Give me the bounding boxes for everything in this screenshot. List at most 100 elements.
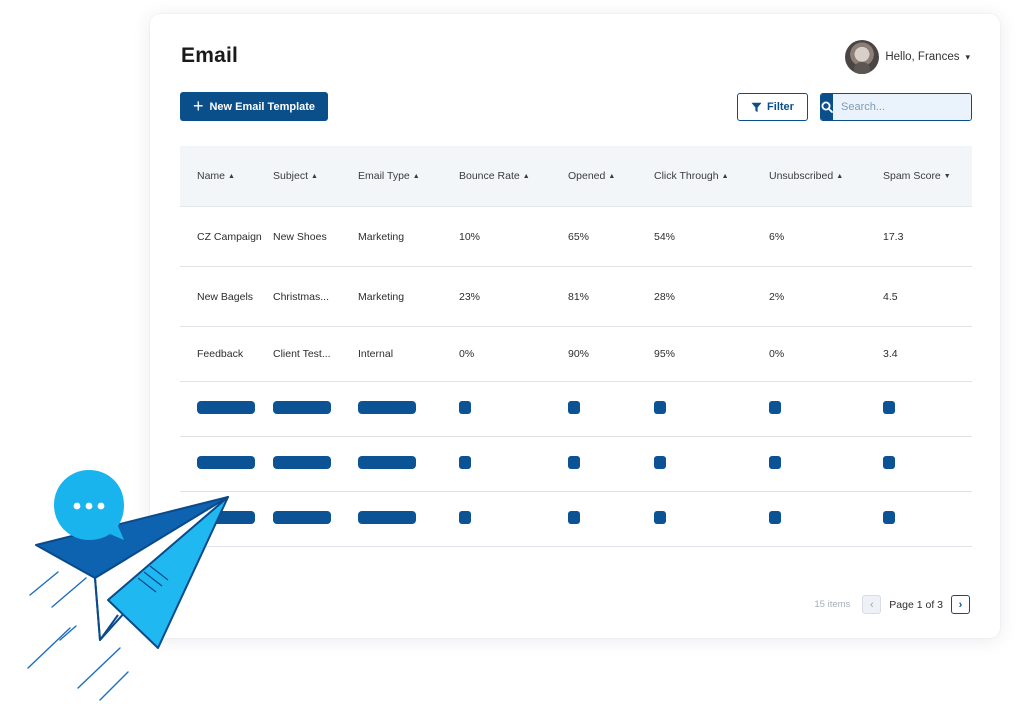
- cell-bounce-rate: 10%: [459, 230, 481, 243]
- skeleton-bar: [358, 401, 416, 414]
- table-row[interactable]: CZ Campaign New Shoes Marketing 10% 65% …: [180, 207, 972, 267]
- next-page-button[interactable]: ›: [951, 595, 970, 614]
- column-header-opened[interactable]: Opened ▲: [552, 170, 638, 182]
- prev-page-button[interactable]: ‹: [862, 595, 882, 614]
- chevron-down-icon: ▾: [965, 51, 970, 62]
- table-row[interactable]: New Bagels Christmas... Marketing 23% 81…: [180, 267, 972, 327]
- column-header-unsubscribed[interactable]: Unsubscribed ▲: [753, 170, 867, 182]
- skeleton-dot: [568, 456, 580, 469]
- cell-subject: Client Test...: [273, 348, 331, 360]
- new-email-template-label: New Email Template: [209, 100, 316, 113]
- skeleton-bar: [358, 456, 416, 469]
- skeleton-dot: [568, 511, 580, 524]
- skeleton-bar: [273, 401, 331, 414]
- table-row[interactable]: Feedback Client Test... Internal 0% 90% …: [180, 327, 972, 382]
- cell-unsubscribed: 6%: [769, 230, 785, 243]
- sort-desc-icon: ▼: [943, 173, 951, 180]
- cell-name: New Bagels: [197, 290, 254, 303]
- sort-asc-icon: ▲: [721, 173, 729, 180]
- skeleton-cell: [257, 511, 342, 527]
- column-label: Bounce Rate: [459, 170, 520, 182]
- sort-asc-icon: ▲: [228, 173, 235, 180]
- filter-button[interactable]: Filter: [737, 93, 808, 121]
- skeleton-cell: [257, 456, 342, 472]
- avatar[interactable]: [845, 40, 880, 74]
- speed-lines: [27, 571, 129, 701]
- column-header-email-type[interactable]: Email Type ▲: [342, 170, 443, 182]
- column-label: Name: [197, 170, 226, 182]
- column-label: Unsubscribed: [769, 170, 834, 182]
- skeleton-bar: [273, 511, 331, 524]
- stage: Email Hello, Frances ▾ + New Email Templ…: [0, 0, 1024, 711]
- email-templates-table: Name ▲ Subject ▲ Email Type ▲ Bounce Rate ▲ …: [180, 146, 972, 547]
- skeleton-cell: [753, 401, 867, 417]
- new-email-template-button[interactable]: + New Email Template: [180, 92, 328, 121]
- column-label: Spam Score: [883, 170, 941, 182]
- user-greeting: Hello, Frances: [885, 51, 960, 63]
- skeleton-row: [180, 437, 972, 492]
- cell-click-through: 95%: [654, 348, 676, 360]
- skeleton-bar: [358, 511, 416, 524]
- skeleton-cell: [180, 456, 257, 472]
- cell-name: Feedback: [197, 348, 244, 360]
- pagination: 15 items ‹ Page 1 of 3 ›: [814, 595, 970, 614]
- skeleton-row: [180, 492, 972, 547]
- items-count: 15 items: [814, 599, 851, 610]
- cell-email-type: Marketing: [358, 230, 405, 243]
- user-menu[interactable]: Hello, Frances ▾: [845, 40, 970, 74]
- search-input[interactable]: [833, 94, 971, 120]
- search-box: [820, 93, 972, 121]
- cell-click-through: 54%: [654, 230, 676, 243]
- skeleton-cell: [342, 401, 443, 417]
- column-label: Email Type: [358, 170, 410, 182]
- sort-asc-icon: ▲: [311, 173, 318, 180]
- sort-asc-icon: ▲: [412, 173, 420, 180]
- skeleton-cell: [180, 401, 257, 417]
- sort-asc-icon: ▲: [522, 173, 530, 180]
- column-header-name[interactable]: Name ▲: [180, 170, 257, 182]
- cell-subject: New Shoes: [273, 230, 327, 243]
- skeleton-dot: [883, 401, 895, 414]
- skeleton-dot: [769, 456, 781, 469]
- cell-subject: Christmas...: [273, 290, 330, 303]
- skeleton-dot: [883, 511, 895, 524]
- cell-spam-score: 4.5: [883, 290, 898, 303]
- search-button[interactable]: [821, 94, 833, 120]
- skeleton-dot: [654, 511, 666, 524]
- skeleton-row: [180, 382, 972, 437]
- skeleton-cell: [443, 401, 552, 417]
- column-label: Subject: [273, 170, 309, 182]
- chevron-left-icon: ‹: [869, 598, 874, 611]
- plus-icon: +: [192, 95, 204, 116]
- skeleton-dot: [883, 456, 895, 469]
- skeleton-cell: [753, 511, 867, 527]
- column-header-click-through[interactable]: Click Through ▲: [638, 170, 753, 182]
- skeleton-dot: [459, 456, 471, 469]
- column-label: Opened: [568, 170, 606, 182]
- skeleton-bar: [197, 456, 255, 469]
- column-label: Click Through: [654, 170, 719, 182]
- cell-name: CZ Campaign: [197, 230, 262, 243]
- table-header: Name ▲ Subject ▲ Email Type ▲ Bounce Rate ▲ …: [180, 146, 972, 207]
- column-header-bounce-rate[interactable]: Bounce Rate ▲: [443, 170, 552, 182]
- cell-spam-score: 17.3: [883, 230, 904, 243]
- cell-unsubscribed: 2%: [769, 290, 785, 303]
- cell-unsubscribed: 0%: [769, 348, 785, 360]
- magnifier-icon: [821, 101, 833, 113]
- skeleton-dot: [769, 401, 781, 414]
- skeleton-bar: [197, 401, 255, 414]
- cell-email-type: Internal: [358, 348, 394, 360]
- chat-bubble-icon: [54, 470, 124, 540]
- skeleton-cell: [867, 511, 972, 527]
- skeleton-cell: [753, 456, 867, 472]
- skeleton-cell: [180, 511, 257, 527]
- skeleton-cell: [867, 401, 972, 417]
- column-header-spam-score[interactable]: Spam Score ▼: [867, 170, 972, 182]
- skeleton-cell: [638, 401, 753, 417]
- column-header-subject[interactable]: Subject ▲: [257, 170, 342, 182]
- skeleton-cell: [638, 511, 753, 527]
- sort-asc-icon: ▲: [836, 173, 844, 180]
- skeleton-cell: [552, 401, 638, 417]
- skeleton-dot: [654, 456, 666, 469]
- skeleton-cell: [867, 456, 972, 472]
